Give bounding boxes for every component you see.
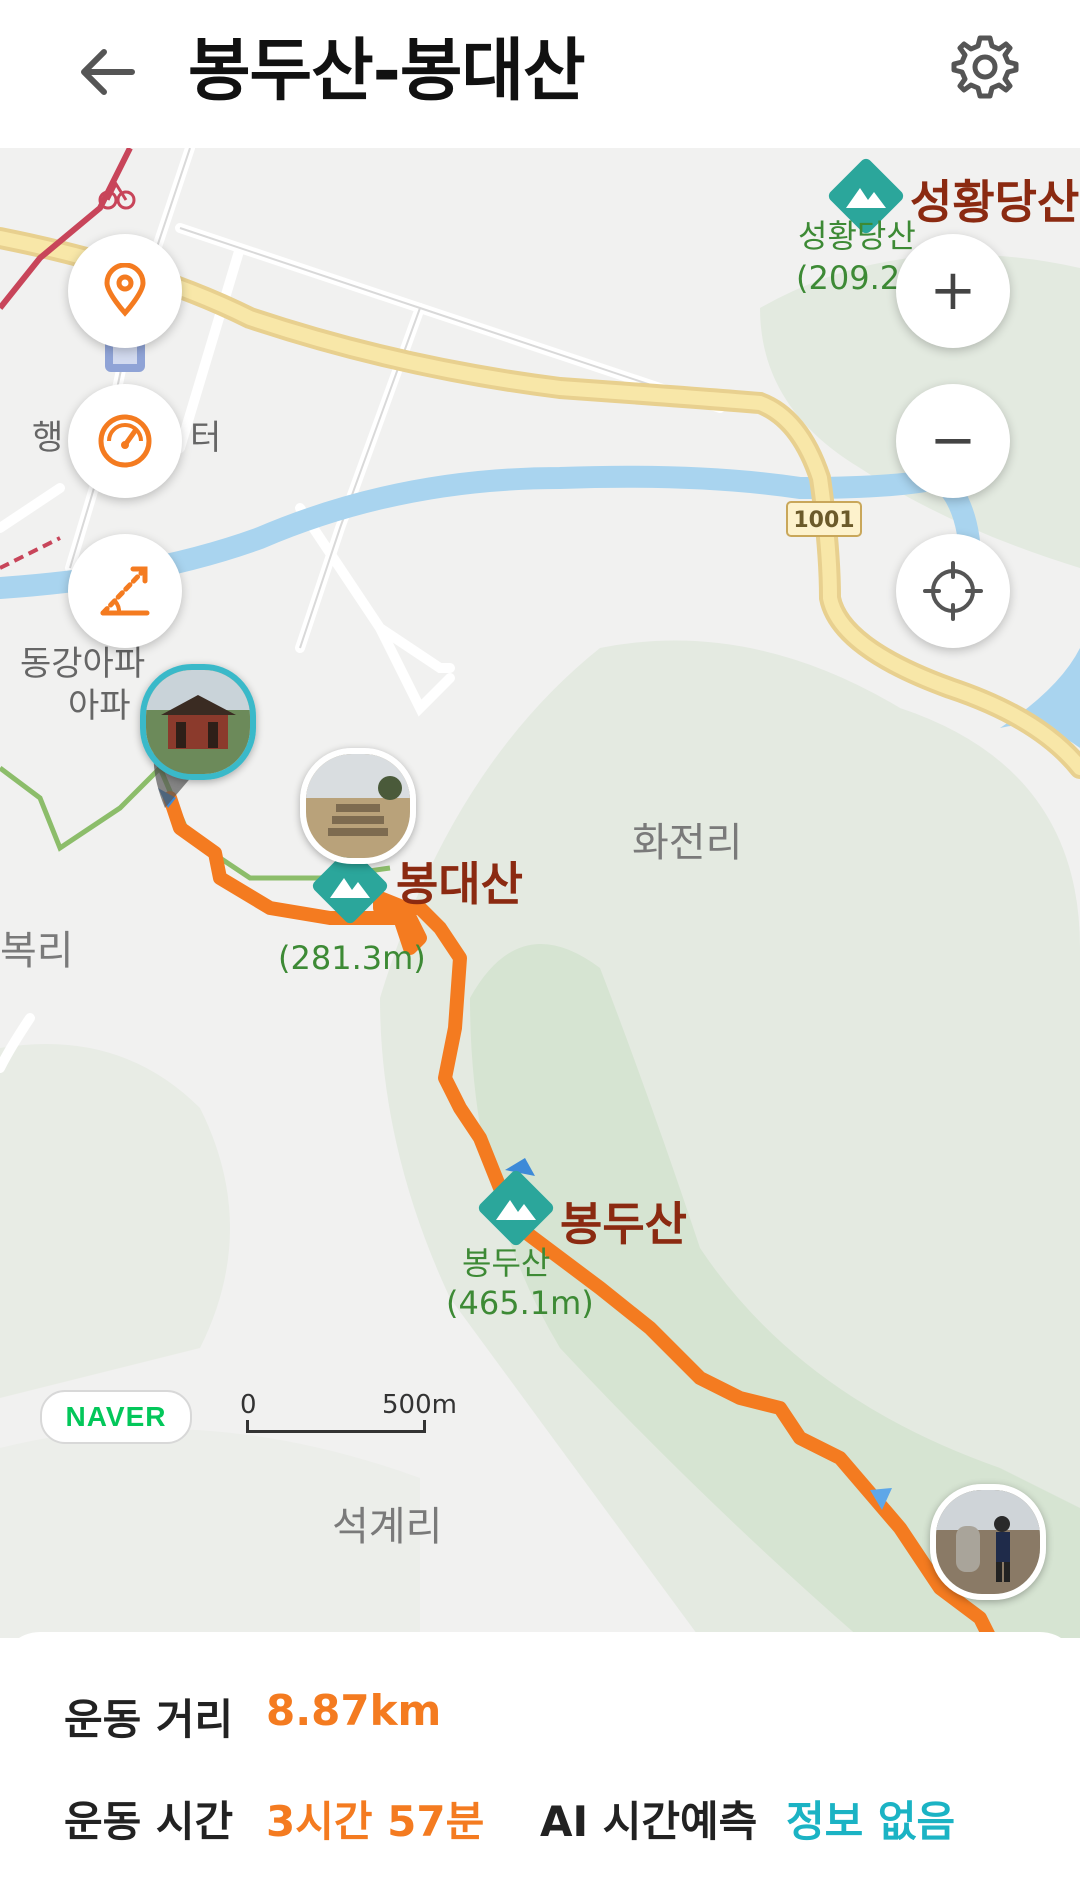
distance-label: 운동 거리 [64,1695,234,1744]
time-label: 운동 시간 [64,1797,234,1846]
settings-button[interactable] [950,32,1020,102]
app-header: 봉두산-봉대산 [0,0,1080,148]
peak-marker-bongdusan[interactable] [476,1168,556,1248]
area-label-haeng: 행 [32,418,64,458]
area-label-seokgyeri: 석계리 [332,1504,443,1550]
peak-name-bongdaesan: 봉대산 [396,857,523,911]
crosshair-icon [923,561,983,621]
peak-subname-bongdusan: 봉두산 [462,1244,551,1282]
plus-icon: + [929,258,977,323]
back-button[interactable] [70,32,150,112]
pin-icon [104,263,146,317]
slope-icon [100,566,150,616]
peak-subname-seonghwangdang: 성황당산 [798,217,916,255]
peak-height-bongdusan: (465.1m) [446,1284,594,1322]
area-label-apa: 아파 [68,686,131,726]
photo-pavilion-image [146,670,250,774]
peak-name-seonghwangdang: 성황당산 [910,175,1080,229]
workout-info-panel: 운동 거리 8.87km 운동 시간 3시간 57분 AI 시간예측 정보 없음 [0,1632,1080,1900]
map-view[interactable]: 1001 화전리 석계리 복리 동강아파 아파 행 터 성황당산 성황당산 (2… [0,148,1080,1638]
peak-name-bongdusan: 봉두산 [560,1197,687,1251]
page-title: 봉두산-봉대산 [188,32,586,111]
scale-zero-label: 0 [240,1390,257,1420]
speedometer-icon [98,414,152,468]
route-photo-end[interactable] [930,1484,1046,1600]
minus-icon: − [929,408,977,473]
scale-bar [246,1420,426,1433]
arrow-left-icon [81,49,135,95]
area-label-center: 터 [190,418,222,458]
recenter-button[interactable] [896,534,1010,648]
zoom-in-button[interactable]: + [896,234,1010,348]
gear-icon [951,35,1019,99]
photo-hiker-image [936,1490,1040,1594]
ai-prediction-label: AI 시간예측 [540,1797,758,1846]
naver-logo: NAVER [40,1390,192,1444]
route-photo-bongdaesan[interactable] [300,748,416,864]
ai-prediction-value: 정보 없음 [786,1797,956,1846]
slope-button[interactable] [68,534,182,648]
scale-distance-label: 500m [382,1390,457,1420]
road-number-label: 1001 [793,508,854,533]
speed-button[interactable] [68,384,182,498]
area-label-bokri: 복리 [0,928,74,974]
area-label-hwajeonri: 화전리 [632,820,743,866]
zoom-out-button[interactable]: − [896,384,1010,498]
distance-value: 8.87km [266,1686,442,1735]
photo-summit-steps-image [306,754,410,858]
route-photo-start[interactable] [140,664,256,780]
location-button[interactable] [68,234,182,348]
time-value: 3시간 57분 [266,1797,485,1846]
peak-height-bongdaesan: (281.3m) [278,939,426,977]
